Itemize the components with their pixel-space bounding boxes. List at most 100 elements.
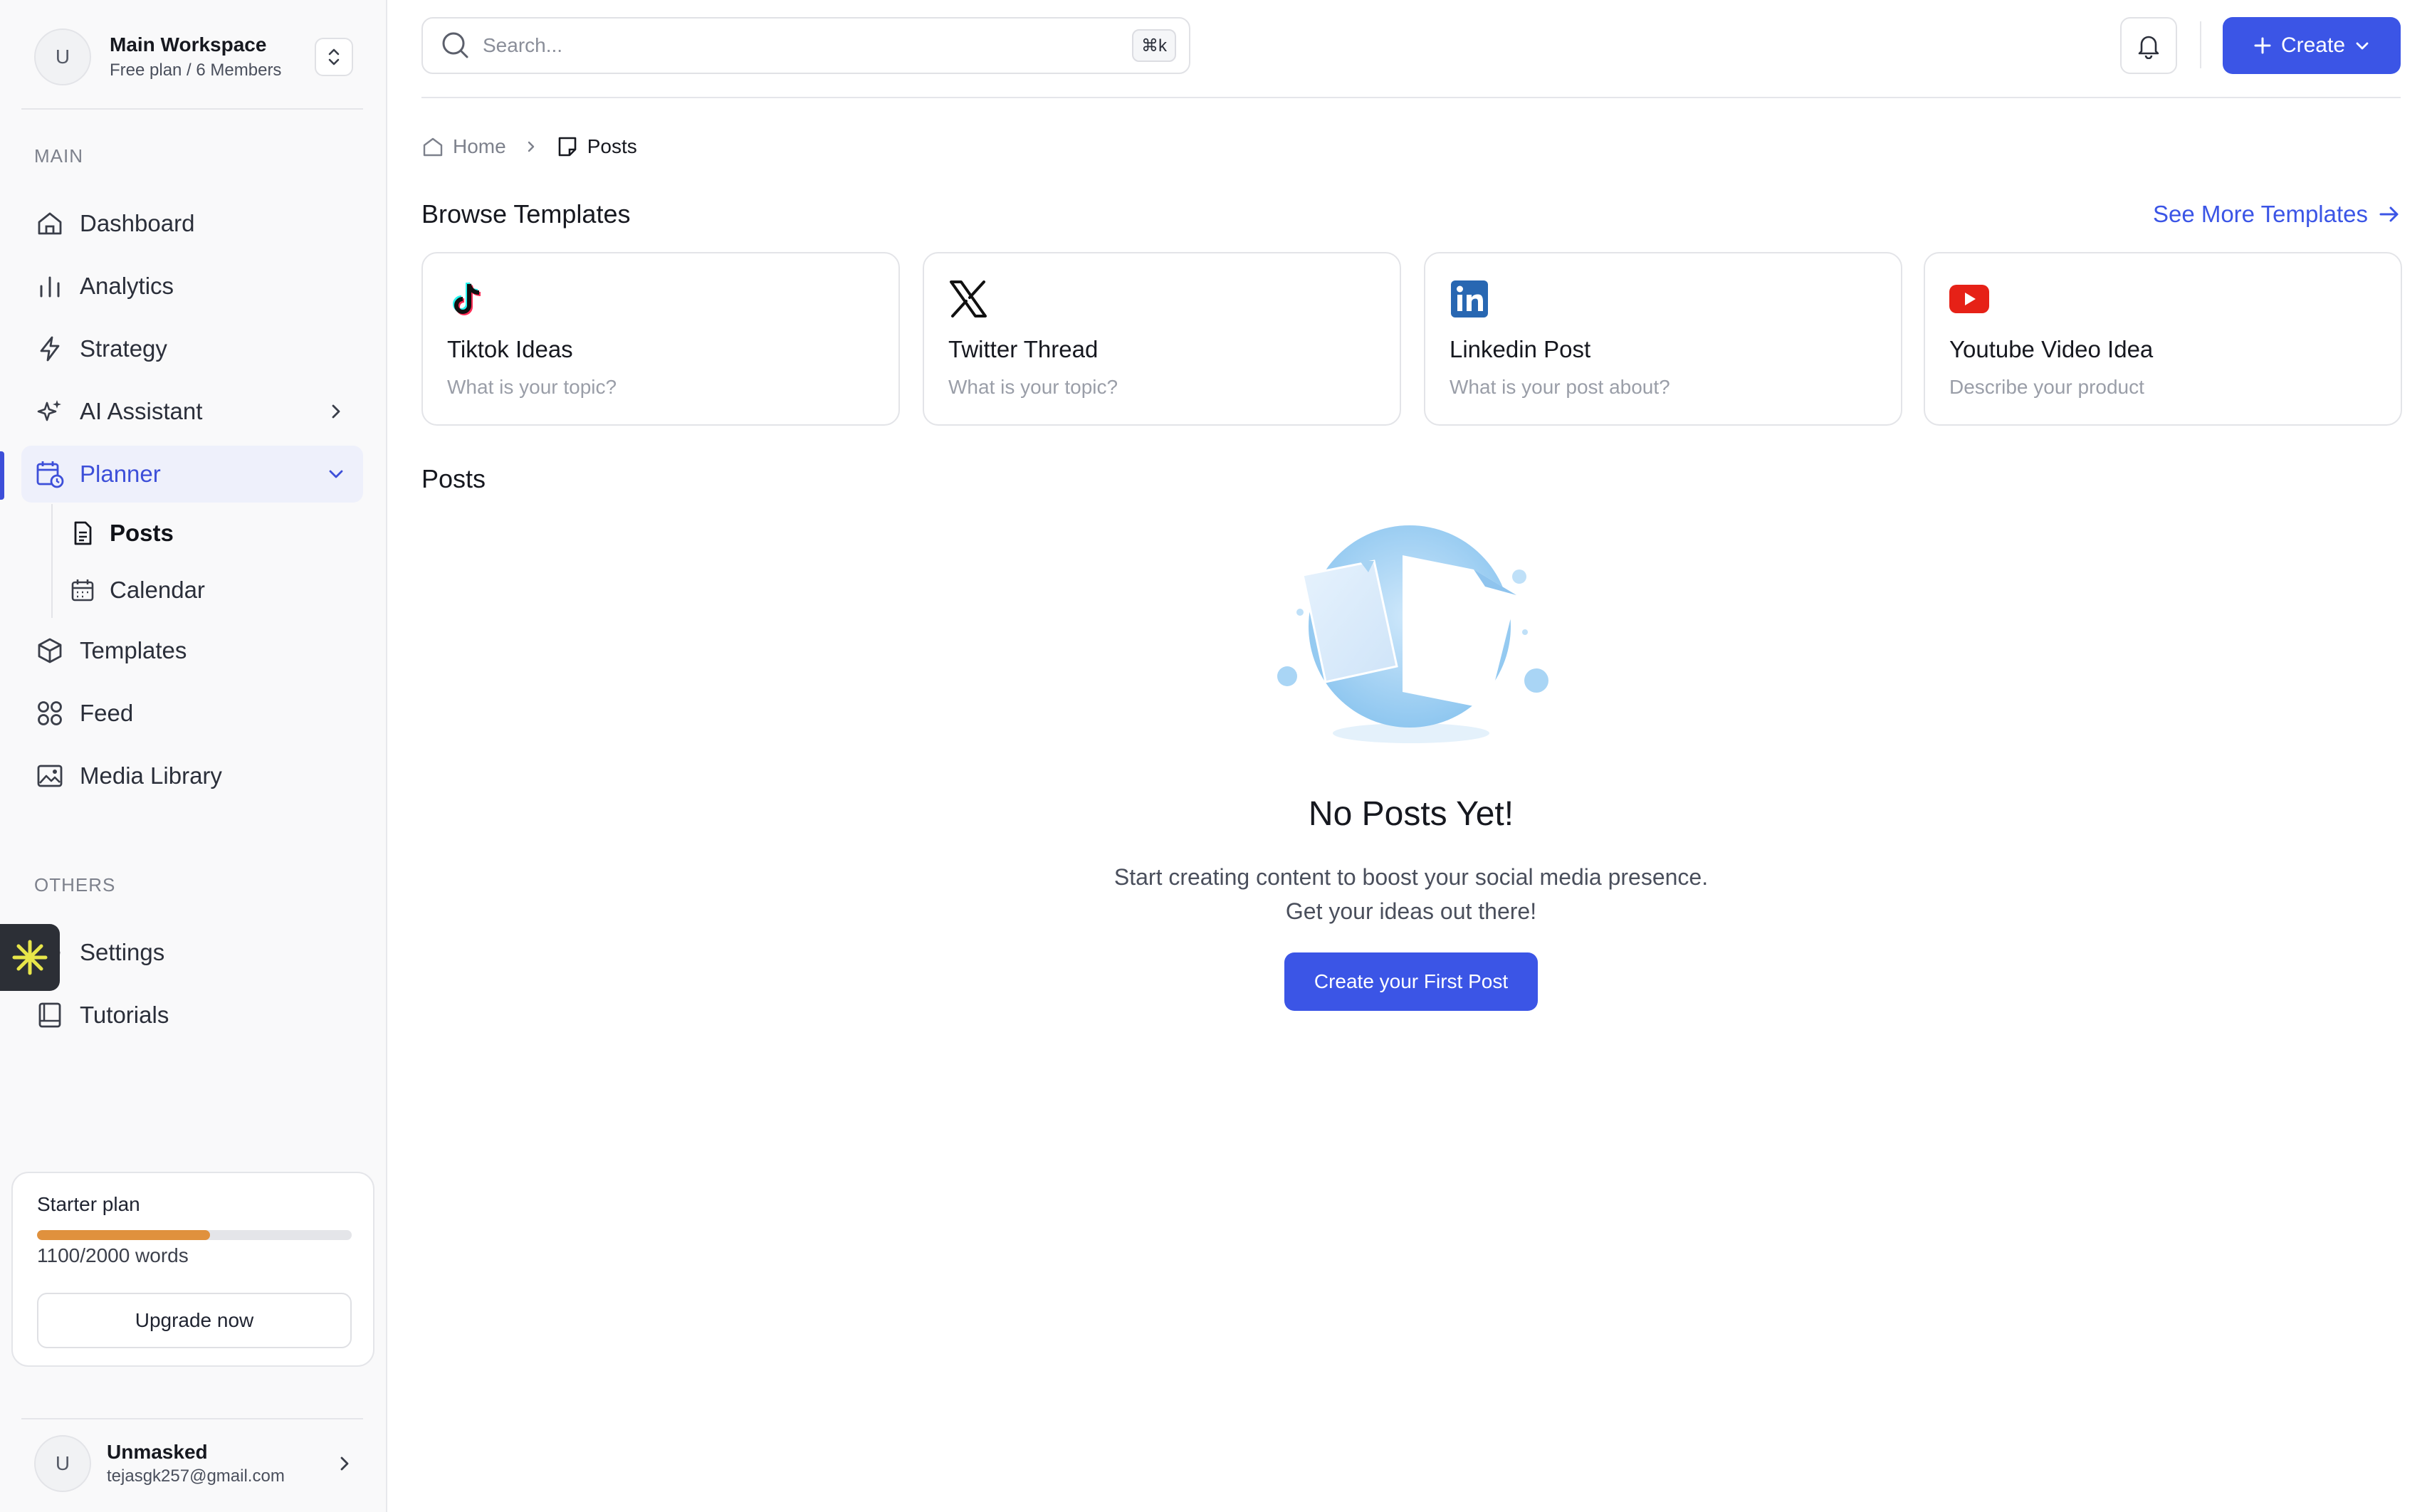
- image-icon: [34, 760, 65, 792]
- sidebar-subitem-label: Calendar: [110, 577, 205, 603]
- plan-usage-fill: [37, 1230, 211, 1240]
- breadcrumb-home[interactable]: Home: [453, 135, 506, 158]
- chevron-right-icon: [525, 140, 538, 153]
- template-title: Tiktok Ideas: [447, 336, 573, 362]
- template-title: Youtube Video Idea: [1949, 336, 2154, 362]
- book-icon: [34, 999, 65, 1031]
- sidebar-subitem-posts[interactable]: Posts: [68, 508, 174, 558]
- sidebar-item-label: Tutorials: [80, 1002, 169, 1028]
- sidebar-item-ai-assistant[interactable]: AI Assistant: [21, 383, 363, 440]
- sidebar-item-planner[interactable]: Planner: [21, 446, 363, 503]
- section-label-main: MAIN: [34, 145, 83, 167]
- sidebar-item-label: Settings: [80, 939, 165, 965]
- section-label-others: OTHERS: [34, 874, 116, 896]
- home-icon: [34, 208, 65, 239]
- search-icon: [440, 30, 471, 61]
- sidebar-item-label: AI Assistant: [80, 398, 203, 424]
- active-indicator: [0, 451, 4, 500]
- posts-heading: Posts: [421, 464, 486, 493]
- search-input[interactable]: Search...: [483, 34, 1132, 57]
- calendar-icon: [68, 576, 97, 604]
- sidebar-item-tutorials[interactable]: Tutorials: [21, 987, 363, 1044]
- upgrade-button[interactable]: Upgrade now: [37, 1293, 352, 1348]
- bell-icon: [2135, 32, 2162, 59]
- see-more-templates-link[interactable]: See More Templates: [2153, 201, 2401, 228]
- sidebar-item-settings[interactable]: Settings: [21, 924, 363, 981]
- empty-state-title: No Posts Yet!: [1308, 795, 1514, 833]
- user-avatar: U: [34, 1435, 91, 1492]
- sparkles-icon: [34, 396, 65, 427]
- empty-state-line-1: Start creating content to boost your soc…: [1113, 864, 1709, 890]
- template-card-youtube[interactable]: Youtube Video Idea Describe your product: [1924, 252, 2402, 426]
- assistant-widget-button[interactable]: [0, 924, 60, 991]
- sidebar-item-dashboard[interactable]: Dashboard: [21, 195, 363, 252]
- breadcrumb: Home Posts: [421, 132, 637, 161]
- sidebar-item-label: Dashboard: [80, 210, 195, 236]
- plus-icon: [2253, 36, 2273, 56]
- workspace-info: Main Workspace Free plan / 6 Members: [110, 33, 315, 80]
- bolt-icon: [34, 333, 65, 364]
- notifications-button[interactable]: [2120, 17, 2177, 74]
- tiktok-icon: [447, 279, 487, 319]
- template-card-twitter[interactable]: Twitter Thread What is your topic?: [923, 252, 1401, 426]
- sidebar-divider: [21, 108, 363, 110]
- user-menu[interactable]: U Unmasked tejasgk257@gmail.com: [34, 1435, 353, 1492]
- see-more-label: See More Templates: [2152, 201, 2368, 227]
- sidebar-item-label: Feed: [80, 700, 134, 726]
- user-name: Unmasked: [107, 1441, 208, 1463]
- template-subtitle: What is your post about?: [1450, 376, 1670, 398]
- toolbar-divider: [2200, 21, 2201, 68]
- youtube-icon: [1949, 279, 1989, 319]
- sidebar-item-feed[interactable]: Feed: [21, 685, 363, 742]
- chevron-right-icon: [336, 1455, 353, 1472]
- sidebar-item-label: Analytics: [80, 273, 174, 299]
- header-divider: [421, 97, 2401, 98]
- chevron-up-down-icon[interactable]: [315, 38, 353, 76]
- workspace-name: Main Workspace: [110, 33, 267, 56]
- template-card-linkedin[interactable]: Linkedin Post What is your post about?: [1424, 252, 1902, 426]
- template-card-tiktok[interactable]: Tiktok Ideas What is your topic?: [421, 252, 900, 426]
- workspace-switcher[interactable]: U Main Workspace Free plan / 6 Members: [34, 28, 353, 85]
- sidebar-item-label: Templates: [80, 637, 187, 663]
- create-first-post-button[interactable]: Create your First Post: [1284, 952, 1538, 1011]
- create-button[interactable]: Create: [2223, 17, 2401, 74]
- plan-card: Starter plan 1100/2000 words Upgrade now: [11, 1172, 374, 1367]
- plan-title: Starter plan: [37, 1193, 140, 1215]
- sidebar-item-label: Media Library: [80, 762, 222, 789]
- note-icon: [556, 135, 579, 158]
- create-button-label: Create: [2280, 33, 2346, 57]
- plan-usage-bar: [37, 1230, 352, 1240]
- user-email: tejasgk257@gmail.com: [107, 1466, 285, 1486]
- bar-chart-icon: [34, 271, 65, 302]
- template-subtitle: What is your topic?: [948, 376, 1118, 398]
- sidebar-subitem-calendar[interactable]: Calendar: [68, 565, 205, 615]
- tree-line: [51, 504, 53, 618]
- empty-state-line-2: Get your ideas out there!: [1285, 898, 1537, 924]
- x-icon: [948, 279, 988, 319]
- sidebar-item-analytics[interactable]: Analytics: [21, 258, 363, 315]
- workspace-plan: Free plan / 6 Members: [110, 61, 282, 80]
- linkedin-icon: [1450, 279, 1489, 319]
- search-shortcut: ⌘k: [1132, 29, 1176, 62]
- workspace-avatar: U: [34, 28, 91, 85]
- sidebar-item-label: Strategy: [80, 335, 167, 362]
- chevron-down-icon: [320, 458, 352, 490]
- template-title: Twitter Thread: [948, 336, 1099, 362]
- asterisk-icon: [11, 938, 49, 977]
- search-bar[interactable]: Search... ⌘k: [421, 17, 1190, 74]
- chevron-down-icon: [2354, 37, 2371, 54]
- arrow-right-icon: [2378, 203, 2401, 226]
- grid-icon: [34, 698, 65, 729]
- sidebar-item-strategy[interactable]: Strategy: [21, 320, 363, 377]
- breadcrumb-current: Posts: [587, 135, 637, 157]
- user-info: Unmasked tejasgk257@gmail.com: [107, 1441, 336, 1486]
- home-icon: [421, 135, 444, 158]
- sidebar-item-media-library[interactable]: Media Library: [21, 747, 363, 804]
- chevron-right-icon: [320, 396, 352, 427]
- empty-posts-illustration: [1260, 513, 1559, 769]
- cube-icon: [34, 635, 65, 666]
- template-title: Linkedin Post: [1450, 336, 1591, 362]
- sidebar-item-templates[interactable]: Templates: [21, 622, 363, 679]
- calendar-clock-icon: [34, 458, 65, 490]
- sidebar-item-label: Planner: [80, 461, 161, 487]
